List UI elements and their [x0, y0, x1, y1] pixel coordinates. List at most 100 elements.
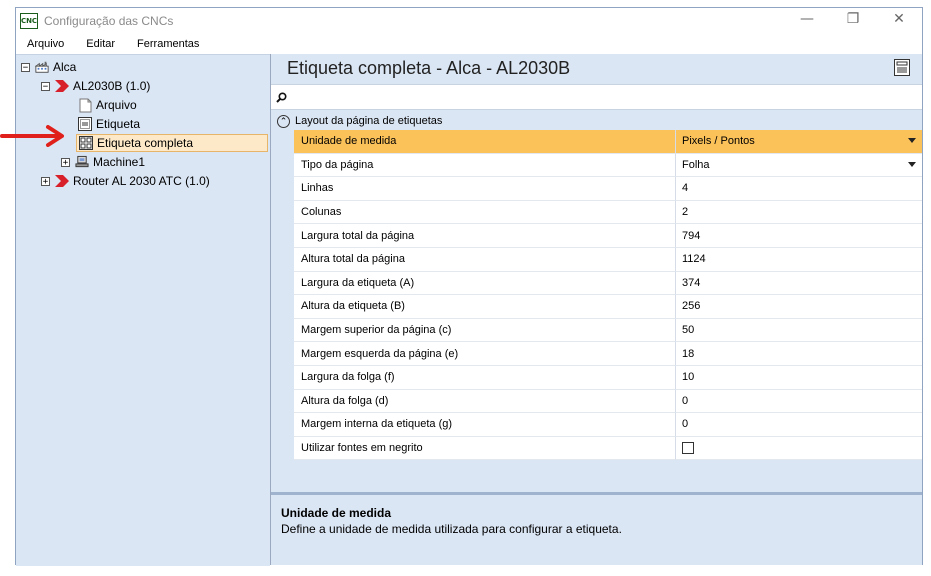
tree-node-etiqueta-completa[interactable]: Etiqueta completa	[76, 134, 268, 152]
factory-icon	[35, 60, 49, 74]
help-title: Unidade de medida	[281, 506, 392, 520]
tree-node-etiqueta[interactable]: Etiqueta	[78, 115, 140, 133]
property-pane: Etiqueta completa - Alca - AL2030B ⌃ Lay…	[271, 54, 922, 565]
property-name: Colunas	[294, 200, 676, 225]
property-name: Margem esquerda da página (e)	[294, 342, 676, 366]
collapse-toggle-icon[interactable]: −	[21, 62, 30, 72]
window-controls: — ❐ ✕	[784, 8, 922, 30]
property-name: Altura da etiqueta (B)	[294, 295, 676, 319]
row-gutter	[271, 295, 294, 319]
row-gutter	[271, 153, 294, 178]
tree-node-al2030b[interactable]: − AL2030B (1.0)	[41, 77, 150, 95]
property-row[interactable]: Altura total da página 1124	[271, 247, 922, 272]
menu-editar[interactable]: Editar	[75, 38, 126, 50]
property-name: Largura da etiqueta (A)	[294, 271, 676, 296]
property-value-field[interactable]: 4	[676, 177, 922, 201]
minimize-button[interactable]: —	[784, 8, 830, 30]
property-checkbox-cell[interactable]	[676, 436, 922, 461]
label-page-icon	[79, 136, 93, 150]
row-gutter	[271, 247, 294, 272]
property-value: 10	[682, 371, 695, 384]
property-name: Unidade de medida	[294, 130, 676, 154]
property-value-field[interactable]: 0	[676, 389, 922, 414]
row-gutter	[271, 224, 294, 248]
row-gutter	[271, 200, 294, 225]
bold-font-checkbox[interactable]	[682, 442, 694, 455]
property-row[interactable]: Altura da folga (d) 0	[271, 389, 922, 414]
property-name: Margem superior da página (c)	[294, 318, 676, 343]
search-input[interactable]	[291, 87, 895, 107]
property-value-field[interactable]: 0	[676, 413, 922, 437]
dropdown-arrow-icon[interactable]	[908, 138, 916, 143]
property-name: Utilizar fontes em negrito	[294, 436, 676, 461]
property-value: Pixels / Pontos	[682, 135, 755, 148]
property-row[interactable]: Largura total da página 794	[271, 224, 922, 248]
property-row[interactable]: Unidade de medida Pixels / Pontos	[271, 130, 922, 154]
property-value-field[interactable]: 18	[676, 342, 922, 366]
row-gutter	[271, 271, 294, 296]
collapse-group-icon[interactable]: ⌃	[277, 114, 290, 128]
group-label: Layout da página de etiquetas	[295, 115, 443, 127]
property-value-field[interactable]: 374	[676, 271, 922, 296]
row-gutter	[271, 413, 294, 437]
expand-toggle-icon[interactable]: +	[61, 157, 70, 167]
property-search-bar	[271, 84, 922, 110]
property-row[interactable]: Altura da etiqueta (B) 256	[271, 295, 922, 319]
expand-toggle-icon[interactable]: +	[41, 176, 50, 186]
label-sheet-icon	[78, 117, 92, 131]
menu-bar: Arquivo Editar Ferramentas	[16, 34, 922, 53]
property-name: Altura da folga (d)	[294, 389, 676, 414]
property-value-field[interactable]: 794	[676, 224, 922, 248]
row-gutter	[271, 130, 294, 154]
row-gutter	[271, 318, 294, 343]
property-value-field[interactable]: 10	[676, 365, 922, 390]
help-pane: Unidade de medida Define a unidade de me…	[271, 495, 922, 565]
help-description: Define a unidade de medida utilizada par…	[281, 522, 622, 536]
property-value-field[interactable]: 1124	[676, 247, 922, 272]
property-value: 0	[682, 394, 689, 407]
property-value-field[interactable]: 2	[676, 200, 922, 225]
close-button[interactable]: ✕	[876, 8, 922, 30]
property-value: 1124	[682, 253, 706, 266]
tree-node-alca[interactable]: − Alca	[21, 58, 76, 76]
window-title: Configuração das CNCs	[44, 14, 174, 28]
property-row[interactable]: Utilizar fontes em negrito	[271, 436, 922, 461]
property-row[interactable]: Tipo da página Folha	[271, 153, 922, 178]
property-value-field[interactable]: 50	[676, 318, 922, 343]
machine-marker-icon	[55, 174, 69, 188]
property-dropdown[interactable]: Folha	[676, 153, 922, 178]
tree-node-label: Machine1	[93, 155, 146, 169]
main-window: CNC Configuração das CNCs — ❐ ✕ Arquivo …	[15, 7, 923, 566]
property-value: 794	[682, 229, 701, 242]
property-dropdown[interactable]: Pixels / Pontos	[676, 130, 922, 154]
row-gutter	[271, 436, 294, 461]
title-bar: CNC Configuração das CNCs — ❐ ✕	[16, 8, 922, 34]
property-row[interactable]: Margem interna da etiqueta (g) 0	[271, 413, 922, 437]
property-row[interactable]: Margem esquerda da página (e) 18	[271, 342, 922, 366]
property-row[interactable]: Largura da folga (f) 10	[271, 365, 922, 390]
dropdown-arrow-icon[interactable]	[908, 161, 916, 167]
cnc-app-icon: CNC	[20, 13, 38, 29]
property-row[interactable]: Linhas 4	[271, 177, 922, 201]
property-row[interactable]: Margem superior da página (c) 50	[271, 318, 922, 343]
property-row[interactable]: Largura da etiqueta (A) 374	[271, 271, 922, 296]
machine-marker-icon	[55, 79, 69, 93]
panel-header: Etiqueta completa - Alca - AL2030B	[271, 54, 922, 82]
property-group-header[interactable]: ⌃ Layout da página de etiquetas	[271, 112, 922, 130]
property-rows: Unidade de medida Pixels / Pontos Tipo da …	[271, 130, 922, 461]
menu-ferramentas[interactable]: Ferramentas	[126, 38, 210, 50]
save-document-icon[interactable]	[894, 59, 910, 76]
row-gutter	[271, 389, 294, 414]
tree-node-router[interactable]: + Router AL 2030 ATC (1.0)	[41, 172, 210, 190]
search-icon	[276, 91, 287, 103]
menu-arquivo[interactable]: Arquivo	[16, 38, 75, 50]
property-row[interactable]: Colunas 2	[271, 200, 922, 225]
tree-node-machine1[interactable]: + Machine1	[61, 153, 145, 171]
property-value-field[interactable]: 256	[676, 295, 922, 319]
annotation-arrow-icon	[0, 125, 64, 147]
maximize-button[interactable]: ❐	[830, 8, 876, 30]
tree-node-arquivo[interactable]: Arquivo	[78, 96, 137, 114]
property-value: 4	[682, 182, 689, 195]
property-grid: ⌃ Layout da página de etiquetas Unidade …	[271, 112, 922, 461]
collapse-toggle-icon[interactable]: −	[41, 81, 50, 91]
